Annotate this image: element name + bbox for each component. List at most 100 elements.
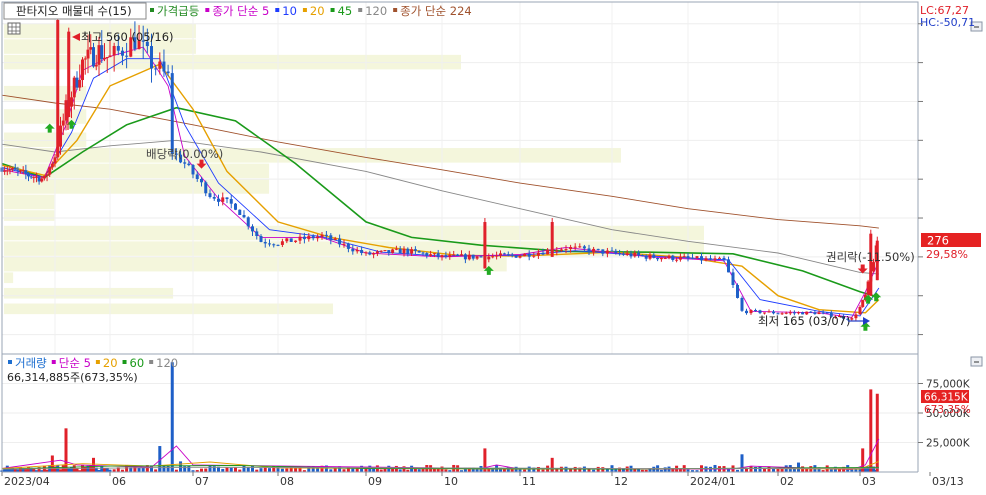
candle-body bbox=[78, 80, 82, 88]
candle-body bbox=[536, 252, 540, 256]
candle-body bbox=[383, 250, 387, 252]
time-tick-label: 12 bbox=[614, 475, 628, 488]
legend-item: 종가 단순 5 bbox=[212, 4, 269, 18]
volume-bar bbox=[200, 468, 203, 472]
candle-body bbox=[294, 240, 298, 242]
volume-bar bbox=[285, 468, 289, 472]
candle-body bbox=[682, 256, 686, 258]
candle-body bbox=[311, 236, 315, 239]
candle-body bbox=[48, 167, 52, 175]
candle-body bbox=[372, 253, 376, 255]
candle-body bbox=[242, 214, 246, 218]
candle-body bbox=[45, 174, 49, 176]
current-volume-pct: 673,35% bbox=[924, 404, 971, 416]
rights-annotation: 권리락(-11.50%) bbox=[826, 250, 915, 264]
candle-body bbox=[16, 169, 20, 171]
candle-body bbox=[316, 236, 320, 239]
candle-body bbox=[3, 170, 7, 172]
volume-bar bbox=[103, 468, 106, 472]
candle-body bbox=[103, 57, 106, 60]
volume-minimize-icon[interactable] bbox=[970, 356, 983, 367]
candle-body bbox=[592, 248, 596, 253]
time-tick-label: 08 bbox=[280, 475, 294, 488]
candle-body bbox=[429, 254, 433, 256]
candle-body bbox=[251, 226, 254, 232]
candle-body bbox=[225, 197, 229, 200]
volume-profile-band bbox=[4, 109, 87, 124]
dividend-annotation: 배당락(0.00%) bbox=[146, 147, 223, 161]
candle-body bbox=[610, 250, 614, 252]
candle-body bbox=[302, 236, 306, 240]
candle-body bbox=[263, 241, 267, 244]
candle-body bbox=[659, 258, 663, 260]
candle-body bbox=[410, 249, 414, 254]
volume-bar bbox=[204, 468, 208, 472]
candle-body bbox=[61, 120, 65, 126]
candle-body bbox=[671, 255, 675, 260]
time-tick-label: 06 bbox=[112, 475, 126, 488]
candle-body bbox=[375, 251, 379, 254]
candle-body bbox=[280, 241, 284, 245]
candle-body bbox=[587, 248, 591, 253]
candle-body bbox=[601, 249, 605, 254]
candle-body bbox=[75, 77, 79, 88]
candle-body bbox=[740, 297, 744, 311]
candle-body bbox=[758, 310, 762, 314]
candle-body bbox=[444, 255, 448, 257]
candle-body bbox=[64, 100, 68, 121]
candle-body bbox=[506, 254, 510, 256]
candle-body bbox=[456, 254, 460, 256]
volume-bar bbox=[246, 467, 250, 472]
candle-body bbox=[652, 254, 656, 258]
candle-body bbox=[53, 157, 57, 164]
candle-body bbox=[709, 258, 712, 260]
candle-body bbox=[402, 248, 406, 254]
candle-body bbox=[37, 176, 41, 182]
candle-body bbox=[81, 59, 84, 81]
time-axis: 2023/04 06 07 08 09 10 11 12 2024/01 02 03 03/13 bbox=[0, 471, 986, 492]
time-tick-label: 03 bbox=[862, 475, 876, 488]
candle-body bbox=[425, 253, 429, 256]
volume-bar bbox=[64, 428, 68, 472]
volume-bar bbox=[27, 467, 30, 472]
candle-body bbox=[550, 222, 554, 257]
candle-body bbox=[731, 272, 735, 285]
low-label: 최저 165 (03/07) bbox=[758, 314, 851, 328]
candle-body bbox=[718, 257, 721, 259]
candle-body bbox=[640, 255, 644, 257]
candle-body bbox=[467, 254, 471, 260]
candle-body bbox=[483, 222, 487, 269]
grid-toggle-icon[interactable] bbox=[7, 22, 21, 35]
volume-bar bbox=[166, 465, 170, 472]
volume-bar bbox=[740, 454, 744, 472]
candle-body bbox=[582, 246, 586, 249]
time-tick-label: 09 bbox=[368, 475, 382, 488]
candle-body bbox=[440, 255, 444, 257]
candle-body bbox=[11, 167, 15, 170]
candle-body bbox=[298, 236, 302, 241]
hc-label: HC:-50,71 bbox=[920, 16, 975, 29]
candle-body bbox=[578, 246, 582, 248]
candle-body bbox=[559, 249, 563, 251]
volume-bar bbox=[263, 467, 267, 472]
volume-bar bbox=[351, 468, 355, 472]
candle-body bbox=[162, 61, 166, 72]
candle-body bbox=[50, 163, 54, 168]
candle-body bbox=[605, 250, 609, 254]
candle-body bbox=[379, 250, 383, 252]
legend-item: 거래량 bbox=[15, 356, 47, 370]
candle-body bbox=[285, 238, 289, 242]
candle-body bbox=[700, 256, 703, 261]
volume-bar bbox=[749, 466, 753, 472]
candle-body bbox=[667, 255, 671, 259]
candle-body bbox=[633, 252, 637, 257]
candle-body bbox=[722, 257, 726, 260]
indicator-title-box[interactable]: 판타지오 매물대 수(15) bbox=[3, 2, 147, 20]
candle-body bbox=[546, 249, 550, 255]
candle-body bbox=[92, 47, 95, 67]
candle-body bbox=[158, 61, 162, 69]
candle-body bbox=[116, 45, 120, 51]
candle-body bbox=[569, 247, 573, 250]
candle-body bbox=[125, 55, 129, 57]
candle-body bbox=[387, 250, 391, 253]
